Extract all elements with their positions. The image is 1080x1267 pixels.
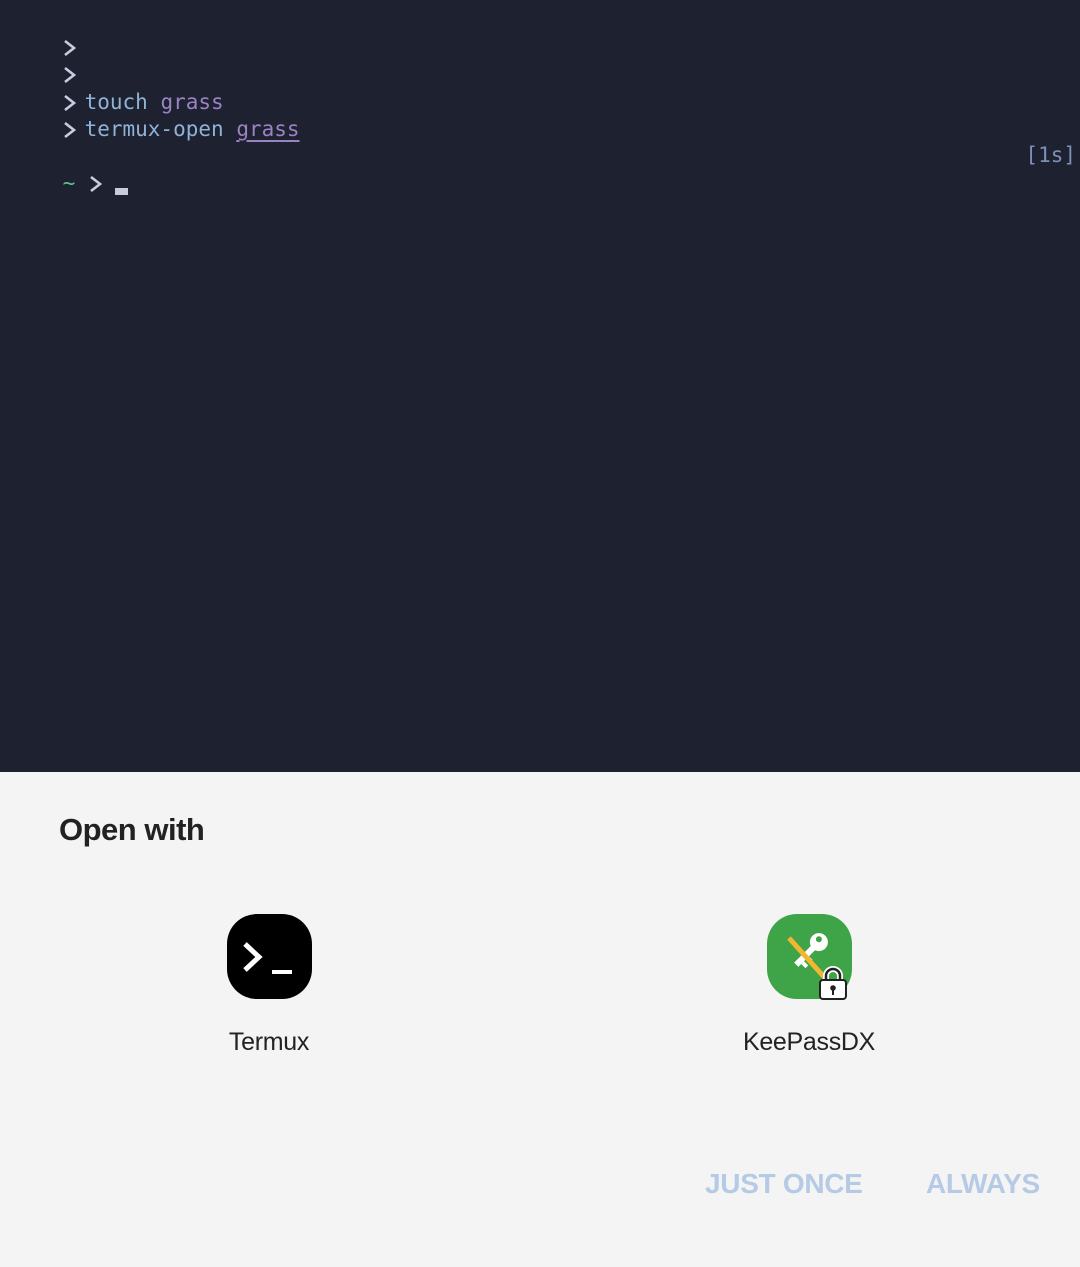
command-duration: [1s] — [1025, 143, 1076, 167]
keepassdx-icon — [766, 914, 852, 1000]
app-label: Termux — [228, 1028, 310, 1056]
terminal-line — [12, 32, 85, 83]
prompt-chevron-icon — [63, 115, 85, 143]
sheet-title: Open with — [59, 812, 205, 847]
terminal-line — [12, 5, 85, 56]
file-path-link[interactable]: grass — [236, 117, 299, 141]
terminal-view[interactable]: touch grass termux-open grass ~ [1s] — [0, 0, 1080, 772]
app-label: KeePassDX — [742, 1028, 876, 1056]
app-option-termux[interactable]: Termux — [149, 914, 389, 1057]
open-with-sheet: Open with Termux KeePassDX JUST ONCE ALW… — [0, 772, 1080, 1267]
prompt-chevron-icon — [89, 169, 111, 197]
app-option-keepassdx[interactable]: KeePassDX — [689, 914, 929, 1057]
text-cursor — [114, 188, 128, 195]
termux-icon — [226, 914, 312, 999]
command-text: termux-open — [84, 117, 224, 141]
terminal-line: termux-open grass — [12, 87, 300, 141]
terminal-line: touch grass — [12, 60, 224, 114]
prompt-dir: ~ — [62, 171, 76, 195]
just-once-button[interactable]: JUST ONCE — [705, 1168, 863, 1200]
current-prompt[interactable]: ~ — [12, 141, 128, 195]
always-button[interactable]: ALWAYS — [926, 1168, 1040, 1200]
